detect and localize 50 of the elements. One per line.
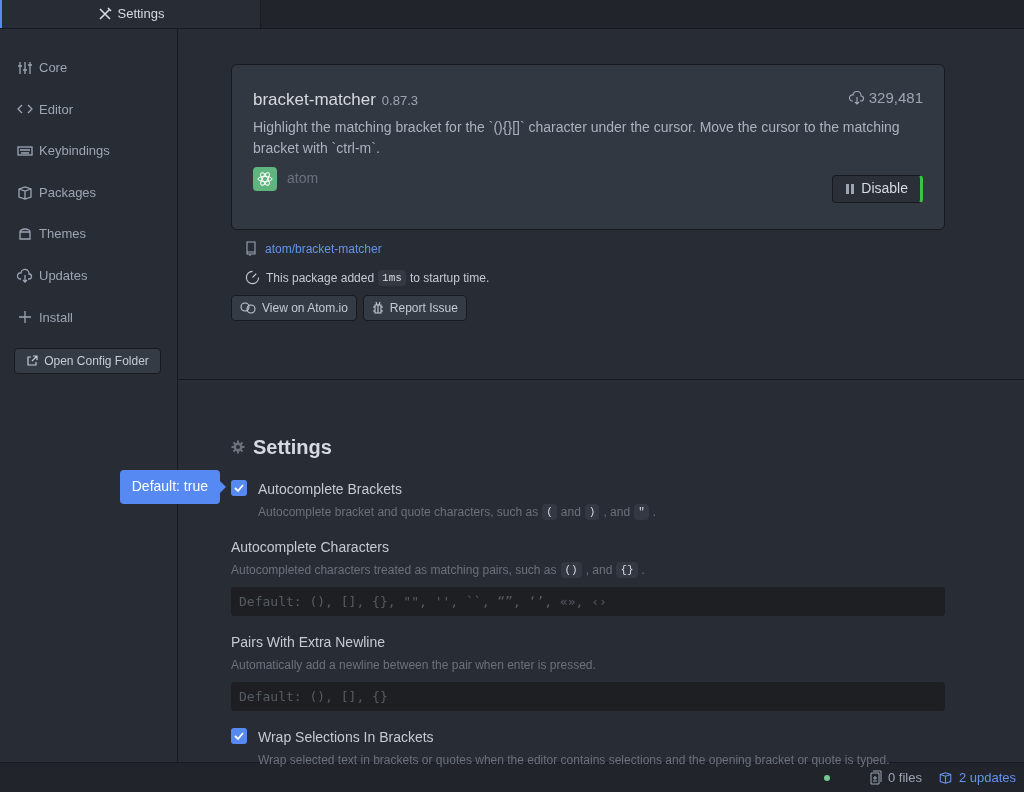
setting-description: Wrap selected text in brackets or quotes when the editor contains selections and the opening bracket or quote is typed.	[258, 751, 890, 769]
input-field[interactable]: Default: (), [], {}	[231, 681, 945, 711]
box-icon	[937, 770, 953, 785]
setting-label: Pairs With Extra Newline	[231, 632, 387, 652]
package-name: bracket-matcher	[253, 89, 376, 112]
sidebar-item[interactable]: Updates	[0, 254, 177, 297]
sidebar-item[interactable]: Editor	[0, 88, 177, 131]
document-icon	[869, 770, 882, 785]
tooltip: Default: true	[119, 469, 226, 504]
section-title: Settings	[253, 434, 332, 460]
sliders-icon	[17, 59, 33, 76]
box-icon	[17, 184, 33, 201]
dashboard-icon	[245, 270, 260, 286]
gear-icon	[231, 439, 245, 454]
package-version: 0.87.3	[381, 92, 418, 111]
author-avatar-icon	[253, 166, 277, 191]
report-issue-button[interactable]: Report Issue	[362, 294, 467, 321]
disable-button[interactable]: Disable	[832, 174, 923, 203]
sidebar-item[interactable]: Install	[0, 296, 177, 339]
settings-tab[interactable]: Settings	[0, 0, 261, 28]
sidebar-item[interactable]: Themes	[0, 213, 177, 255]
bug-icon	[371, 300, 384, 315]
author-name: atom	[287, 169, 319, 189]
file-count[interactable]: 0 files	[887, 767, 922, 788]
open-config-folder-button[interactable]: Open Config Folder	[14, 348, 161, 375]
setting-label: Wrap Selections In Brackets	[258, 727, 435, 747]
cloud-download-icon	[848, 91, 865, 106]
input-field[interactable]: Default: (), [], {}, "", '', ``, “”, ‘’, «», ‹›	[231, 586, 945, 616]
checkbox[interactable]	[231, 479, 247, 496]
setting-description: Automatically add a newline between the pair when enter is pressed.	[231, 656, 597, 674]
link-icon	[240, 301, 256, 314]
setting-label: Autocomplete Characters	[231, 537, 390, 557]
sidebar-item[interactable]: Core	[0, 47, 177, 89]
external-link-icon	[26, 355, 39, 368]
plus-icon	[17, 309, 33, 326]
download-count: 329,481	[868, 88, 923, 108]
sidebar-item[interactable]: Packages	[0, 171, 177, 214]
updates-count[interactable]: 2 updates	[958, 767, 1016, 788]
keyboard-icon	[17, 143, 33, 159]
package-description: Highlight the matching bracket for the `(){}[]` character under the cursor. Move the cursor to the matching bracket with `ctrl-m`.	[253, 117, 901, 158]
repository-link[interactable]: atom/bracket-matcher	[265, 239, 382, 258]
checkbox[interactable]	[231, 727, 247, 744]
sidebar-item[interactable]: Keybindings	[0, 130, 177, 172]
startup-time-text: This package added 1ms to startup time.	[266, 268, 490, 287]
setting-label: Autocomplete Brackets	[258, 479, 403, 499]
view-on-atom-button[interactable]: View on Atom.io	[231, 294, 357, 321]
pause-icon	[845, 182, 856, 195]
cloud-download-icon	[17, 267, 33, 284]
setting-description: Autocomplete bracket and quote characters, such as ( and ) , and " .	[258, 502, 657, 521]
setting-description: Autocompleted characters treated as matching pairs, such as () , and {} .	[231, 560, 646, 579]
